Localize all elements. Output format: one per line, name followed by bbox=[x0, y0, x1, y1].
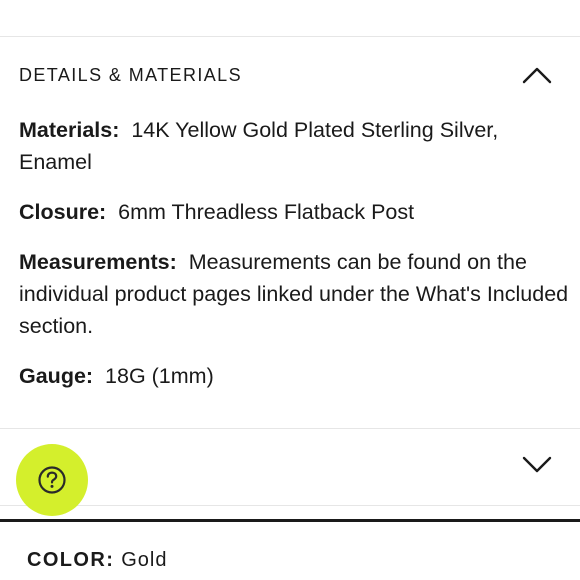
chevron-down-icon[interactable] bbox=[522, 455, 552, 473]
chevron-up-icon[interactable] bbox=[522, 66, 552, 84]
closure-row: Closure: 6mm Threadless Flatback Post bbox=[19, 196, 574, 228]
details-materials-accordion-header[interactable]: DETAILS & MATERIALS bbox=[0, 36, 580, 114]
details-materials-content: Materials: 14K Yellow Gold Plated Sterli… bbox=[19, 114, 574, 410]
color-label: COLOR: bbox=[27, 549, 115, 571]
color-selector: COLOR: Gold bbox=[27, 549, 168, 572]
color-value: Gold bbox=[121, 549, 168, 571]
question-circle-icon bbox=[38, 466, 66, 494]
help-button[interactable] bbox=[16, 444, 88, 516]
gauge-value: 18G (1mm) bbox=[105, 364, 214, 388]
closure-label: Closure: bbox=[19, 200, 107, 224]
product-details-page: DETAILS & MATERIALS Materials: 14K Yello… bbox=[0, 0, 580, 580]
materials-label: Materials: bbox=[19, 118, 120, 142]
section-divider bbox=[0, 519, 580, 522]
divider bbox=[0, 505, 580, 506]
materials-row: Materials: 14K Yellow Gold Plated Sterli… bbox=[19, 114, 574, 178]
collapsed-accordion-header[interactable] bbox=[0, 429, 580, 505]
accordion-title: DETAILS & MATERIALS bbox=[19, 65, 242, 85]
gauge-label: Gauge: bbox=[19, 364, 94, 388]
gauge-row: Gauge: 18G (1mm) bbox=[19, 360, 574, 392]
measurements-row: Measurements: Measurements can be found … bbox=[19, 246, 574, 342]
closure-value: 6mm Threadless Flatback Post bbox=[118, 200, 415, 224]
measurements-label: Measurements: bbox=[19, 250, 177, 274]
